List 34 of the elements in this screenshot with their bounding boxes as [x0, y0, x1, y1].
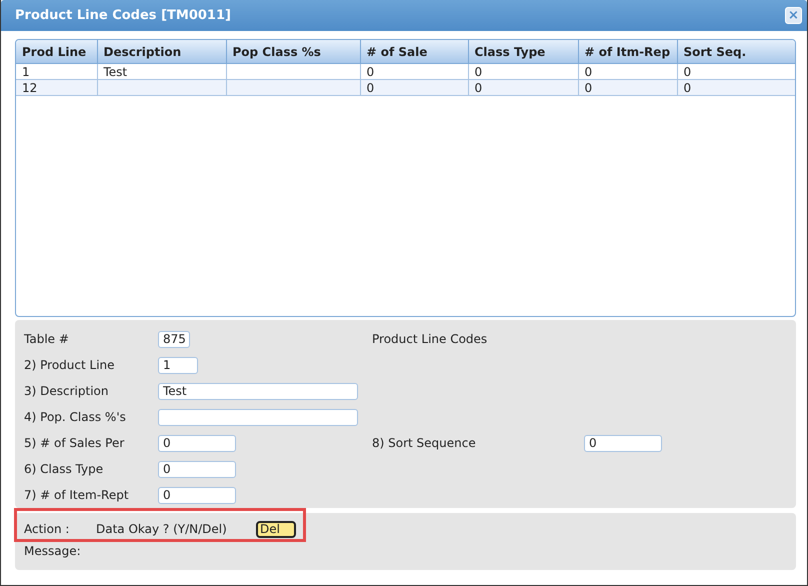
table-cell: 0: [578, 80, 677, 96]
input-field[interactable]: 1: [158, 356, 198, 374]
input-field[interactable]: Test: [158, 382, 358, 400]
column-header[interactable]: # of Sale: [360, 40, 468, 64]
table-name: Product Line Codes: [372, 332, 488, 346]
column-header[interactable]: Description: [97, 40, 226, 64]
prompt-text: Data Okay ? (Y/N/Del): [96, 522, 228, 536]
column-header[interactable]: Sort Seq.: [677, 40, 795, 64]
column-header[interactable]: Class Type: [468, 40, 578, 64]
table-cell: 12: [16, 80, 97, 96]
column-header[interactable]: Prod Line: [16, 40, 97, 64]
input-field[interactable]: 875: [158, 330, 190, 348]
field-label: 8) Sort Sequence: [372, 436, 477, 450]
input-field[interactable]: [158, 408, 358, 426]
table-cell: 0: [677, 80, 795, 96]
input-field[interactable]: 0: [158, 486, 236, 504]
window-title: Product Line Codes [TM0011]: [15, 8, 231, 23]
message-label: Message:: [24, 544, 82, 558]
column-header[interactable]: # of Itm-Rep: [578, 40, 677, 64]
field-label: 4) Pop. Class %'s: [24, 410, 127, 424]
field-label: 3) Description: [24, 384, 110, 398]
input-field[interactable]: Del: [256, 520, 296, 538]
input-field[interactable]: 0: [584, 434, 662, 452]
column-header[interactable]: Pop Class %s: [226, 40, 360, 64]
input-field[interactable]: 0: [158, 460, 236, 478]
table-cell: 0: [468, 80, 578, 96]
field-label: 6) Class Type: [24, 462, 104, 476]
field-label: 5) # of Sales Per: [24, 436, 126, 450]
field-label: Table #: [24, 332, 70, 346]
action-label: Action :: [24, 522, 70, 536]
table-cell: 0: [360, 80, 468, 96]
field-label: 2) Product Line: [24, 358, 116, 372]
input-field[interactable]: 0: [158, 434, 236, 452]
field-label: 7) # of Item-Rept: [24, 488, 130, 502]
